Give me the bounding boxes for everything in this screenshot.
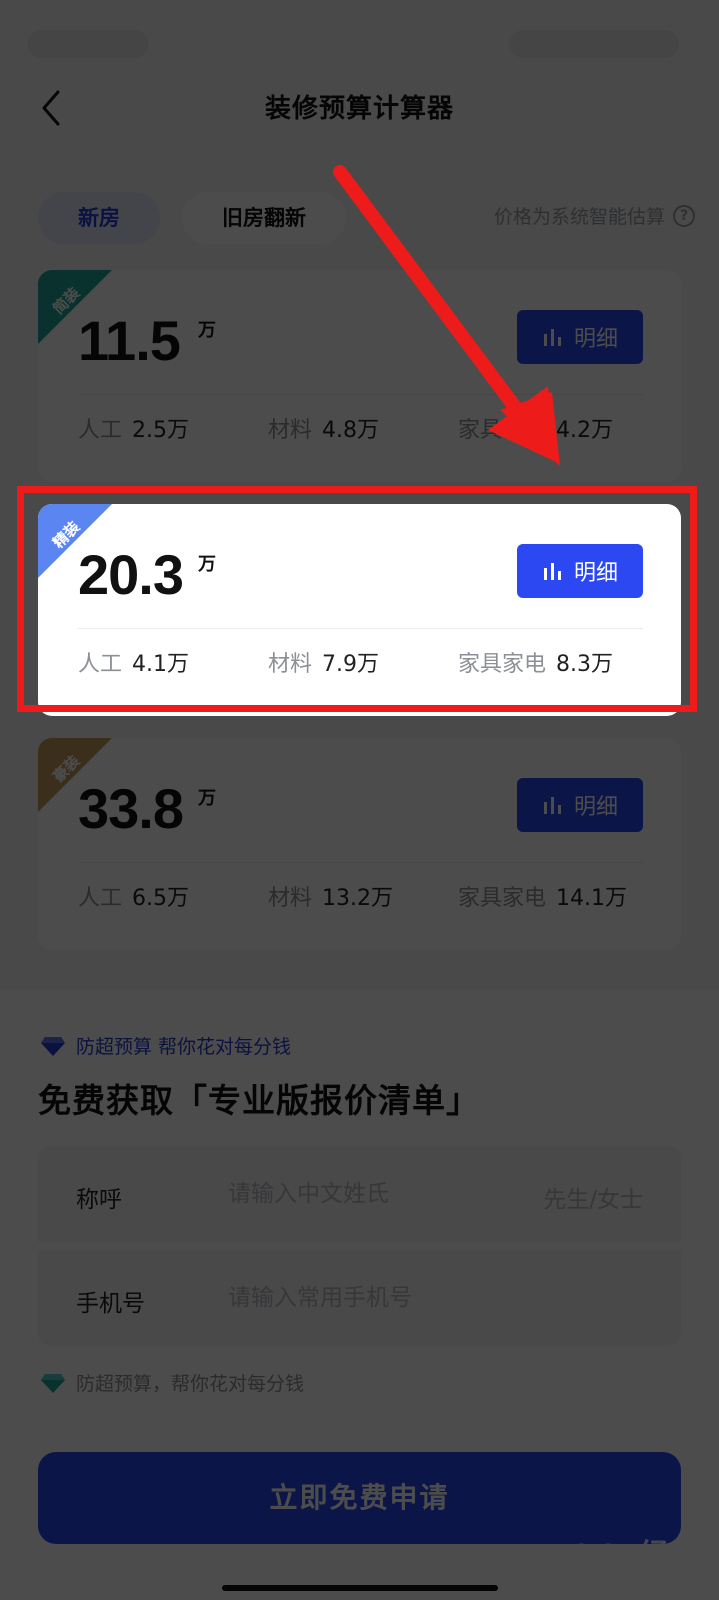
cost-item-labor: 人工 6.5万 (78, 886, 190, 911)
cost-item-material: 材料 7.9万 (268, 652, 380, 677)
cost-item-labor: 人工 4.1万 (78, 652, 190, 677)
phone-input[interactable] (228, 1278, 488, 1318)
gender-selector[interactable]: 先生/女士 (543, 1180, 643, 1214)
plan-card-luxury[interactable]: 豪装 33.8 万 明细 人工 6.5万 材料 13.2万 家具家电 14.1万 (38, 738, 681, 950)
cost-item-labor: 人工 2.5万 (78, 418, 190, 443)
bar-chart-icon (543, 797, 561, 814)
divider (78, 628, 643, 629)
amount-unit: 万 (198, 788, 216, 809)
status-bar-left (28, 30, 148, 58)
diamond-icon (41, 1036, 65, 1056)
home-indicator (222, 1585, 498, 1591)
watermark-logo-text: Bai du 经验 (539, 1539, 670, 1600)
cost-item-furniture: 家具家电 4.2万 (458, 418, 614, 443)
tab-old-house-renovation[interactable]: 旧房翻新 (182, 192, 346, 244)
promo-footnote: 防超预算，帮你花对每分钱 (40, 1369, 304, 1396)
diamond-icon (41, 1373, 65, 1393)
cost-item-material: 材料 13.2万 (268, 886, 394, 911)
bar-chart-icon (543, 329, 561, 346)
detail-button[interactable]: 明细 (517, 544, 643, 598)
watermark-url: jingyan.baidu.com (563, 1570, 683, 1585)
total-amount: 33.8 (78, 777, 184, 840)
plan-card-basic[interactable]: 简装 11.5 万 明细 人工 2.5万 材料 4.8万 家具家电 4.2万 (38, 270, 681, 482)
divider (78, 394, 643, 395)
detail-label: 明细 (573, 561, 618, 586)
cost-item-furniture: 家具家电 8.3万 (458, 652, 614, 677)
bar-chart-icon (543, 563, 561, 580)
cost-item-furniture: 家具家电 14.1万 (458, 886, 628, 911)
amount-unit: 万 (198, 554, 216, 575)
total-amount: 11.5 (78, 309, 181, 372)
promo-text: 防超预算 帮你花对每分钱 (76, 1036, 292, 1058)
phone-label: 手机号 (76, 1291, 145, 1317)
detail-label: 明细 (573, 795, 618, 820)
detail-label: 明细 (573, 327, 618, 352)
help-circle-icon[interactable]: ? (673, 204, 695, 227)
page-title: 装修预算计算器 (264, 94, 454, 124)
plan-card-premium[interactable]: 精装 20.3 万 明细 人工 4.1万 材料 7.9万 家具家电 8.3万 (38, 504, 681, 716)
name-label: 称呼 (76, 1187, 122, 1213)
form-title: 免费获取「专业版报价清单」 (38, 1081, 480, 1120)
promo-footnote-text: 防超预算，帮你花对每分钱 (76, 1373, 305, 1395)
price-estimate-hint[interactable]: 价格为系统智能估算 ? (494, 202, 695, 229)
baidu-watermark: Bai du 经验 jingyan.baidu.com (539, 1530, 689, 1600)
status-bar-right (509, 30, 679, 58)
total-amount: 20.3 (78, 543, 184, 606)
name-input[interactable] (228, 1174, 488, 1214)
phone-field[interactable]: 手机号 (38, 1250, 681, 1346)
name-field[interactable]: 称呼 先生/女士 (38, 1146, 681, 1242)
cost-item-material: 材料 4.8万 (268, 418, 380, 443)
detail-button[interactable]: 明细 (517, 310, 643, 364)
amount-unit: 万 (198, 320, 216, 341)
tab-new-house[interactable]: 新房 (38, 192, 160, 244)
divider (78, 862, 643, 863)
hint-text: 价格为系统智能估算 (493, 206, 665, 228)
detail-button[interactable]: 明细 (517, 778, 643, 832)
promo-banner: 防超预算 帮你花对每分钱 (40, 1032, 291, 1059)
